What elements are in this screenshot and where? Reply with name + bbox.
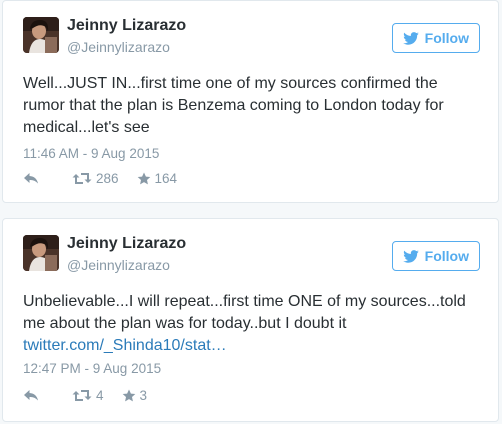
tweet-timestamp[interactable]: 11:46 AM - 9 Aug 2015	[23, 145, 159, 163]
tweet-card: Jeinny Lizarazo @Jeinnylizarazo Follow U…	[2, 218, 499, 422]
reply-icon	[23, 172, 39, 185]
retweet-count: 286	[96, 171, 119, 186]
follow-label: Follow	[424, 30, 469, 46]
favorite-count: 164	[154, 171, 178, 186]
tweet-actions: 4 3	[23, 388, 147, 403]
star-icon	[122, 389, 136, 402]
avatar[interactable]	[23, 235, 59, 271]
favorite-button[interactable]: 164	[133, 171, 178, 186]
twitter-bird-icon	[402, 31, 419, 45]
favorite-count: 3	[139, 388, 148, 403]
tweet-link[interactable]: twitter.com/_Shinda10/stat…	[23, 335, 476, 357]
star-icon	[137, 172, 151, 185]
follow-button[interactable]: Follow	[391, 241, 480, 271]
follow-button[interactable]: Follow	[391, 23, 480, 53]
retweet-button[interactable]: 4	[68, 388, 104, 403]
author-name[interactable]: Jeinny Lizarazo	[67, 16, 186, 36]
reply-button[interactable]	[23, 389, 39, 402]
tweet-text: Well...JUST IN...first time one of my so…	[23, 73, 476, 139]
avatar[interactable]	[23, 17, 59, 53]
author-handle[interactable]: @Jeinnylizarazo	[67, 256, 170, 274]
follow-label: Follow	[424, 248, 469, 264]
retweet-count: 4	[96, 388, 104, 403]
favorite-button[interactable]: 3	[118, 388, 148, 403]
retweet-button[interactable]: 286	[68, 171, 119, 186]
twitter-bird-icon	[402, 249, 419, 263]
tweet-actions: 286 164	[23, 171, 177, 186]
tweet-timestamp[interactable]: 12:47 PM - 9 Aug 2015	[23, 360, 161, 378]
tweet-body: Well...JUST IN...first time one of my so…	[23, 75, 444, 136]
retweet-icon	[72, 389, 92, 402]
tweet-card: Jeinny Lizarazo @Jeinnylizarazo Follow W…	[2, 0, 499, 203]
tweet-body: Unbelievable...I will repeat...first tim…	[23, 293, 466, 332]
author-name[interactable]: Jeinny Lizarazo	[67, 234, 186, 254]
author-handle[interactable]: @Jeinnylizarazo	[67, 38, 170, 56]
retweet-icon	[72, 172, 92, 185]
reply-icon	[23, 389, 39, 402]
reply-button[interactable]	[23, 172, 39, 185]
tweet-text: Unbelievable...I will repeat...first tim…	[23, 291, 476, 357]
